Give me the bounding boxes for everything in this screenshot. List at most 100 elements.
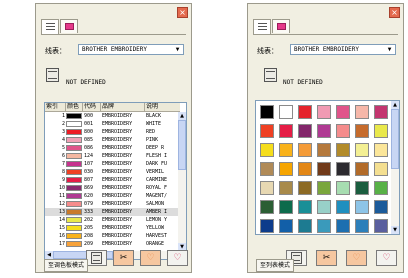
column-header-code[interactable]: 代码 bbox=[83, 103, 101, 111]
color-swatch[interactable] bbox=[298, 124, 312, 138]
color-swatch[interactable] bbox=[374, 162, 388, 176]
heart-button[interactable]: ♡ bbox=[376, 250, 397, 266]
tab-list[interactable] bbox=[41, 19, 59, 34]
color-swatch[interactable] bbox=[336, 124, 350, 138]
table-row[interactable]: 2 001 EMBROIDERY WHITE bbox=[45, 120, 179, 128]
table-row[interactable]: 4 085 EMBROIDERY PINK bbox=[45, 136, 179, 144]
table-row[interactable]: 7 107 EMBROIDERY DARK FU bbox=[45, 160, 179, 168]
color-swatch[interactable] bbox=[336, 200, 350, 214]
scroll-thumb[interactable] bbox=[391, 109, 399, 169]
chevron-down-icon[interactable]: ▼ bbox=[385, 46, 394, 53]
color-swatch[interactable] bbox=[279, 200, 293, 214]
table-row[interactable]: 8 030 EMBROIDERY VERMIL bbox=[45, 168, 179, 176]
column-header-description[interactable]: 说明 bbox=[145, 103, 180, 111]
color-swatch[interactable] bbox=[298, 219, 312, 233]
close-icon[interactable]: × bbox=[177, 7, 188, 18]
color-swatch[interactable] bbox=[279, 219, 293, 233]
color-swatch[interactable] bbox=[260, 105, 274, 119]
table-row[interactable]: 12 079 EMBROIDERY SALMON bbox=[45, 200, 179, 208]
table-row[interactable]: 11 620 EMBROIDERY MAGENT/ bbox=[45, 192, 179, 200]
close-icon[interactable]: × bbox=[389, 7, 400, 18]
color-swatch[interactable] bbox=[298, 200, 312, 214]
tab-list[interactable] bbox=[253, 19, 271, 34]
thread-list[interactable]: 索引 颜色 代码 品牌 说明 1 900 EMBROIDERY BLACK 2 001 EM… bbox=[44, 102, 187, 260]
vertical-scrollbar[interactable]: ▲ ▼ bbox=[178, 112, 186, 251]
color-swatch[interactable] bbox=[355, 124, 369, 138]
table-row[interactable]: 17 209 EMBROIDERY ORANGE bbox=[45, 240, 179, 248]
heart-outline-button[interactable]: ♡ bbox=[346, 250, 367, 266]
color-swatch[interactable] bbox=[298, 162, 312, 176]
table-row[interactable]: 3 800 EMBROIDERY RED bbox=[45, 128, 179, 136]
scissors-button[interactable]: ✂ bbox=[316, 250, 337, 266]
table-row[interactable]: 1 900 EMBROIDERY BLACK bbox=[45, 112, 179, 120]
tab-palette[interactable] bbox=[60, 19, 78, 33]
color-swatch[interactable] bbox=[279, 143, 293, 157]
spool-button[interactable] bbox=[86, 250, 107, 266]
scroll-thumb[interactable] bbox=[178, 120, 186, 170]
table-row[interactable]: 13 333 EMBROIDERY AMBER I bbox=[45, 208, 179, 216]
switch-to-list-mode-button[interactable]: 至列表模式 bbox=[256, 259, 295, 272]
chevron-down-icon[interactable]: ▼ bbox=[173, 46, 182, 53]
color-swatch[interactable] bbox=[374, 105, 388, 119]
color-swatch[interactable] bbox=[336, 181, 350, 195]
color-swatch[interactable] bbox=[317, 105, 331, 119]
table-row[interactable]: 10 869 EMBROIDERY ROYAL F bbox=[45, 184, 179, 192]
column-header-color[interactable]: 颜色 bbox=[66, 103, 83, 111]
color-swatch[interactable] bbox=[374, 124, 388, 138]
color-swatch[interactable] bbox=[260, 181, 274, 195]
swatch-grid[interactable]: ▲ ▼ bbox=[255, 100, 400, 235]
table-row[interactable]: 5 086 EMBROIDERY DEEP R bbox=[45, 144, 179, 152]
color-swatch[interactable] bbox=[374, 200, 388, 214]
heart-button[interactable]: ♡ bbox=[167, 250, 188, 266]
thread-chart-select[interactable]: BROTHER EMBROIDERY ▼ bbox=[290, 44, 396, 55]
color-swatch[interactable] bbox=[355, 162, 369, 176]
color-swatch[interactable] bbox=[336, 162, 350, 176]
color-swatch[interactable] bbox=[317, 181, 331, 195]
column-header-index[interactable]: 索引 bbox=[45, 103, 66, 111]
color-swatch[interactable] bbox=[260, 124, 274, 138]
color-swatch[interactable] bbox=[279, 162, 293, 176]
color-swatch[interactable] bbox=[355, 105, 369, 119]
heart-outline-button[interactable]: ♡ bbox=[140, 250, 161, 266]
color-swatch[interactable] bbox=[279, 105, 293, 119]
scroll-up-icon[interactable]: ▲ bbox=[178, 112, 186, 120]
color-swatch[interactable] bbox=[279, 124, 293, 138]
scroll-left-icon[interactable]: ◀ bbox=[45, 251, 53, 259]
color-swatch[interactable] bbox=[374, 143, 388, 157]
color-swatch[interactable] bbox=[317, 143, 331, 157]
color-swatch[interactable] bbox=[298, 181, 312, 195]
table-row[interactable]: 15 205 EMBROIDERY YELLOW bbox=[45, 224, 179, 232]
scroll-down-icon[interactable]: ▼ bbox=[391, 226, 399, 234]
color-swatch[interactable] bbox=[374, 181, 388, 195]
color-swatch[interactable] bbox=[355, 219, 369, 233]
color-swatch[interactable] bbox=[355, 181, 369, 195]
color-swatch[interactable] bbox=[317, 219, 331, 233]
color-swatch[interactable] bbox=[298, 143, 312, 157]
thread-chart-select[interactable]: BROTHER EMBROIDERY ▼ bbox=[78, 44, 184, 55]
color-swatch[interactable] bbox=[374, 219, 388, 233]
color-swatch[interactable] bbox=[279, 181, 293, 195]
color-swatch[interactable] bbox=[317, 162, 331, 176]
table-row[interactable]: 9 807 EMBROIDERY CARMINE bbox=[45, 176, 179, 184]
column-header-brand[interactable]: 品牌 bbox=[101, 103, 145, 111]
color-swatch[interactable] bbox=[336, 219, 350, 233]
color-swatch[interactable] bbox=[260, 200, 274, 214]
color-swatch[interactable] bbox=[355, 143, 369, 157]
table-row[interactable]: 16 208 EMBROIDERY HARVEST bbox=[45, 232, 179, 240]
table-row[interactable]: 6 124 EMBROIDERY FLESH I bbox=[45, 152, 179, 160]
scroll-up-icon[interactable]: ▲ bbox=[391, 101, 399, 109]
color-swatch[interactable] bbox=[336, 105, 350, 119]
vertical-scrollbar[interactable]: ▲ ▼ bbox=[391, 101, 399, 234]
color-swatch[interactable] bbox=[336, 143, 350, 157]
color-swatch[interactable] bbox=[260, 143, 274, 157]
table-row[interactable]: 14 202 EMBROIDERY LEMON Y bbox=[45, 216, 179, 224]
tab-palette[interactable] bbox=[272, 19, 290, 33]
color-swatch[interactable] bbox=[317, 124, 331, 138]
scissors-button[interactable]: ✂ bbox=[113, 250, 134, 266]
color-swatch[interactable] bbox=[260, 219, 274, 233]
switch-to-palette-mode-button[interactable]: 至调色板模式 bbox=[44, 259, 89, 272]
color-swatch[interactable] bbox=[298, 105, 312, 119]
color-swatch[interactable] bbox=[260, 162, 274, 176]
color-swatch[interactable] bbox=[355, 200, 369, 214]
color-swatch[interactable] bbox=[317, 200, 331, 214]
